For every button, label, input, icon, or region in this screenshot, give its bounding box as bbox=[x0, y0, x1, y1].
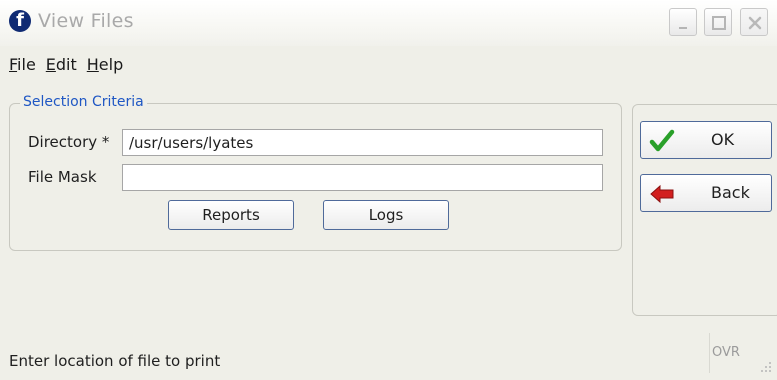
maximize-icon bbox=[712, 16, 726, 30]
overwrite-mode-indicator: OVR bbox=[709, 333, 742, 373]
menu-edit-accelerator: E bbox=[45, 55, 56, 74]
directory-input[interactable] bbox=[122, 129, 603, 156]
selection-criteria-legend: Selection Criteria bbox=[20, 93, 147, 111]
close-button[interactable] bbox=[740, 8, 768, 36]
maximize-button[interactable] bbox=[704, 8, 732, 36]
directory-label: Directory * bbox=[28, 133, 110, 151]
ok-button[interactable]: OK bbox=[640, 121, 772, 159]
checkmark-icon bbox=[649, 129, 675, 152]
menu-bar: File Edit Help bbox=[0, 52, 123, 78]
app-logo-icon: f bbox=[9, 10, 31, 32]
menu-file-accelerator: F bbox=[9, 55, 18, 74]
back-button[interactable]: Back bbox=[640, 174, 772, 212]
window-title: View Files bbox=[38, 10, 134, 32]
menu-help[interactable]: Help bbox=[87, 52, 123, 78]
menu-help-accelerator: H bbox=[86, 55, 99, 74]
minimize-icon bbox=[679, 27, 687, 29]
back-label: Back bbox=[711, 183, 750, 202]
menu-edit-label: dit bbox=[55, 55, 77, 74]
resize-grip-icon[interactable] bbox=[757, 358, 773, 374]
close-icon bbox=[748, 16, 762, 30]
title-bar[interactable]: f View Files bbox=[0, 0, 777, 46]
file-mask-label: File Mask bbox=[28, 168, 97, 186]
menu-file-label: ile bbox=[17, 55, 36, 74]
ok-label: OK bbox=[711, 130, 735, 149]
file-mask-input[interactable] bbox=[122, 164, 603, 191]
minimize-button[interactable] bbox=[669, 8, 697, 36]
menu-file[interactable]: File bbox=[9, 52, 36, 78]
status-message: Enter location of file to print bbox=[9, 352, 221, 370]
logs-button[interactable]: Logs bbox=[323, 200, 449, 230]
menu-help-label: elp bbox=[98, 55, 124, 74]
menu-edit[interactable]: Edit bbox=[46, 52, 77, 78]
view-files-window: f View Files File Edit Help Selection Cr… bbox=[0, 0, 777, 380]
back-arrow-icon bbox=[650, 184, 674, 204]
reports-button[interactable]: Reports bbox=[168, 200, 294, 230]
